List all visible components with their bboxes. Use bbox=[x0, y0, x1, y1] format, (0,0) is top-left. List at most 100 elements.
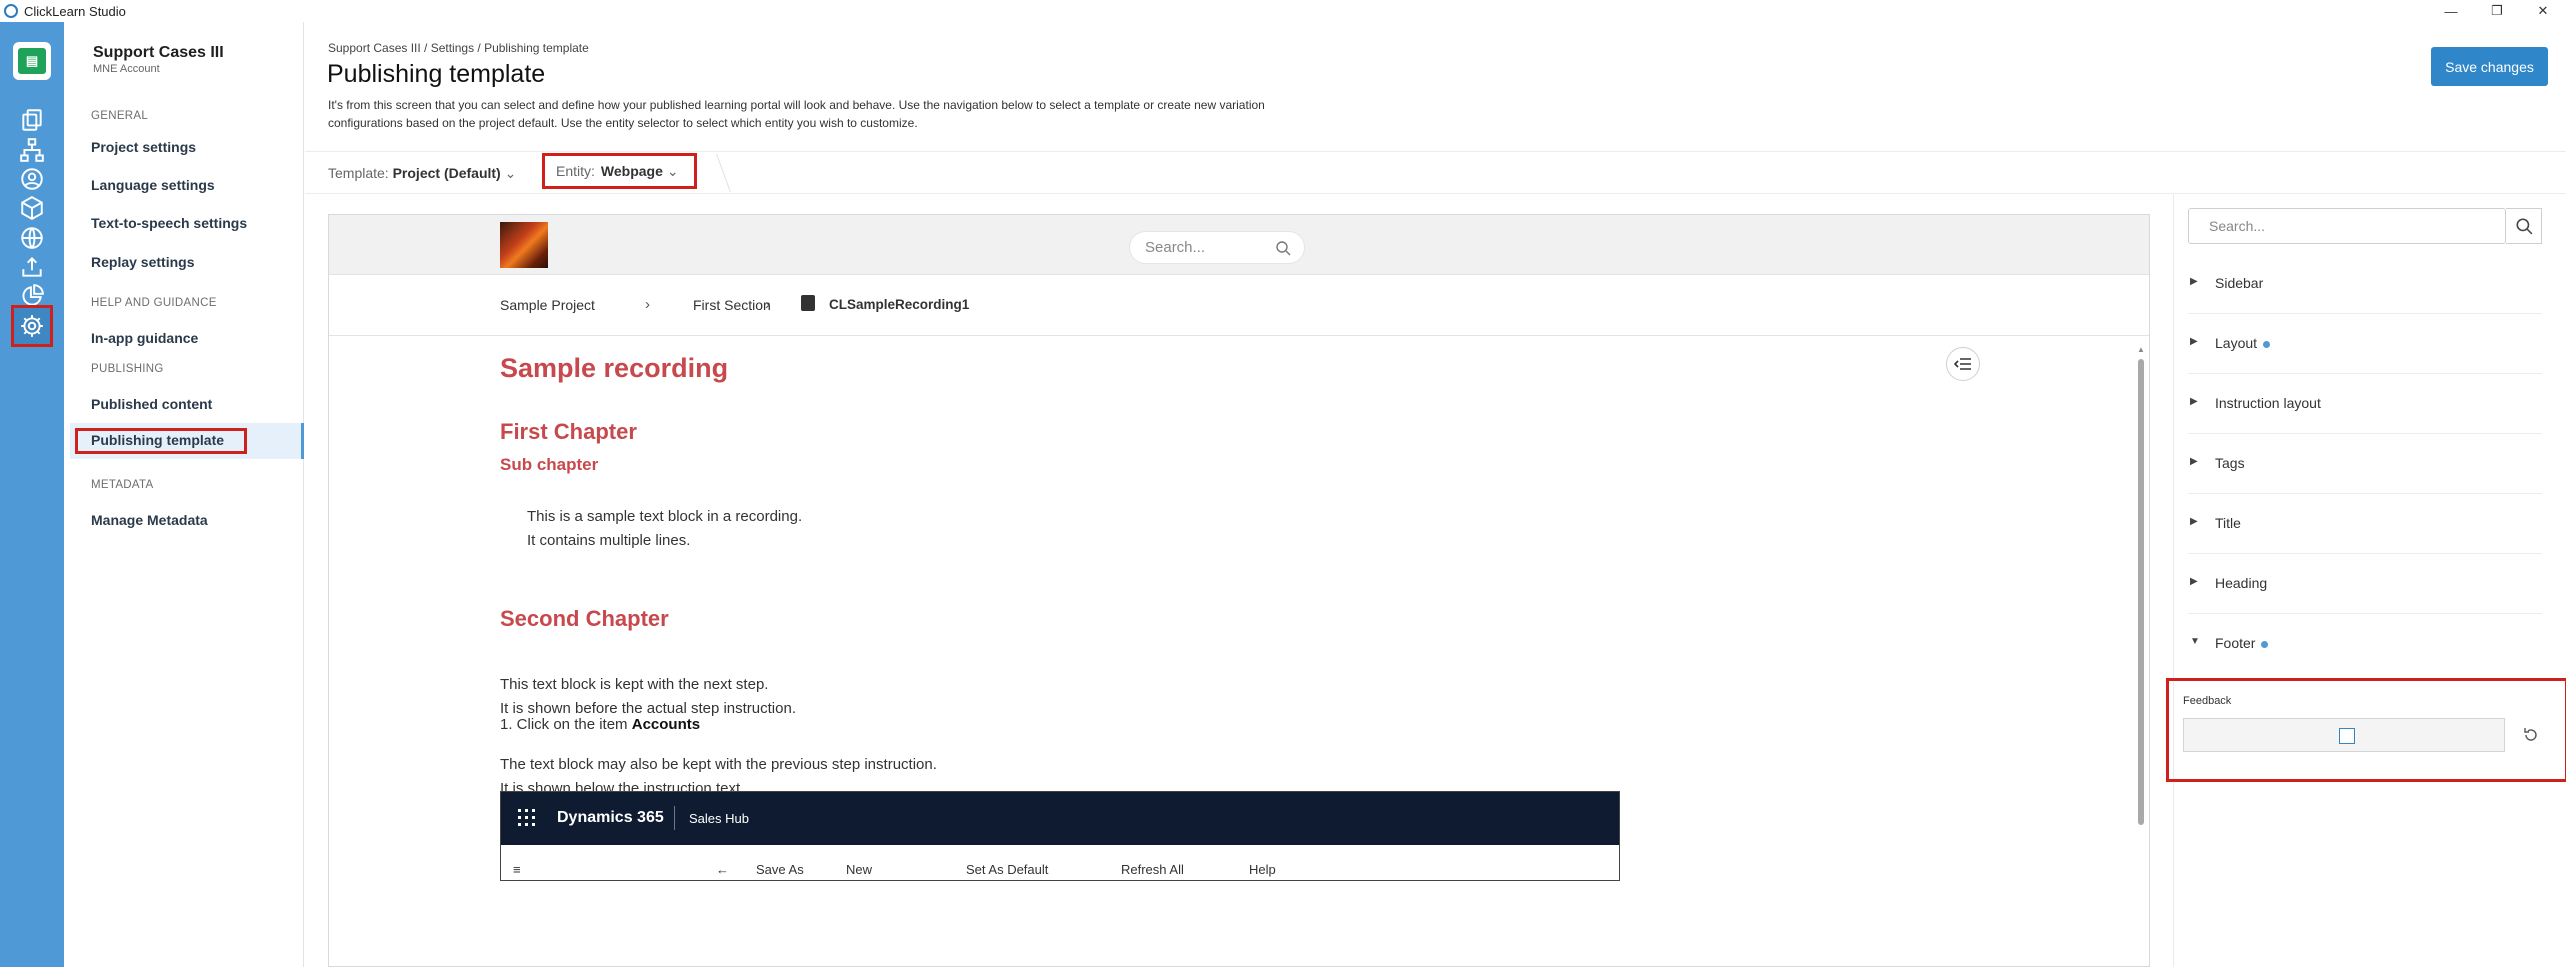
back-arrow-icon: ← bbox=[716, 862, 729, 877]
properties-search-button[interactable] bbox=[2506, 208, 2542, 244]
reset-icon[interactable] bbox=[2522, 726, 2540, 744]
nav-item-manage-metadata[interactable]: Manage Metadata bbox=[91, 512, 208, 528]
entity-label: Entity: bbox=[556, 163, 595, 179]
text-line: This text block is kept with the next st… bbox=[500, 676, 769, 693]
section-label: Sidebar bbox=[2215, 275, 2264, 291]
caret-right-icon: ▶ bbox=[2190, 456, 2198, 467]
text-line: It contains multiple lines. bbox=[527, 532, 691, 549]
feedback-label: Feedback bbox=[2183, 695, 2232, 707]
window-title: ClickLearn Studio bbox=[24, 3, 126, 19]
save-changes-button[interactable]: Save changes bbox=[2431, 47, 2548, 86]
text-line: The text block may also be kept with the… bbox=[500, 756, 937, 773]
section-label: Instruction layout bbox=[2215, 395, 2321, 411]
page-title: Publishing template bbox=[327, 60, 546, 88]
settings-gear-icon[interactable] bbox=[11, 305, 53, 347]
cmd-new: New bbox=[846, 862, 873, 877]
section-tags[interactable]: ▶ Tags bbox=[2188, 434, 2542, 494]
section-publishing: PUBLISHING bbox=[91, 363, 164, 375]
preview-search-input[interactable]: Search... bbox=[1129, 231, 1305, 264]
icon-rail: ▤ bbox=[0, 22, 64, 967]
nav-item-project-settings[interactable]: Project settings bbox=[91, 139, 196, 155]
section-label: Tags bbox=[2215, 455, 2245, 471]
caret-down-icon: ▼ bbox=[2190, 636, 2200, 647]
app-icon bbox=[4, 4, 18, 18]
properties-panel: Search... ▶ Sidebar ▶ Layout ▶ Instructi… bbox=[2166, 194, 2566, 967]
text-block-1: This is a sample text block in a recordi… bbox=[527, 505, 802, 553]
section-help: HELP AND GUIDANCE bbox=[91, 297, 217, 309]
crumb-project[interactable]: Sample Project bbox=[500, 297, 595, 313]
search-icon bbox=[2515, 218, 2532, 235]
close-button[interactable]: ✕ bbox=[2520, 0, 2566, 22]
chevron-down-icon: ⌄ bbox=[666, 162, 679, 179]
preview-topbar: Search... bbox=[329, 215, 2149, 275]
project-account: MNE Account bbox=[93, 63, 160, 75]
caret-right-icon: ▶ bbox=[2190, 396, 2198, 407]
step-screenshot: Dynamics 365 Sales Hub ≡ ← Save As New S… bbox=[500, 791, 1620, 881]
section-label: Heading bbox=[2215, 575, 2268, 591]
caret-right-icon: ▶ bbox=[2190, 336, 2198, 347]
portal-logo-image bbox=[500, 222, 548, 268]
preview-scrollbar[interactable]: ▲ bbox=[2137, 345, 2145, 835]
divider bbox=[674, 806, 675, 830]
section-label: Layout bbox=[2215, 335, 2271, 351]
d365-app-name: Dynamics 365 bbox=[557, 809, 664, 826]
nav-item-published-content[interactable]: Published content bbox=[91, 396, 212, 412]
step-prefix: 1. Click on the item bbox=[500, 716, 628, 733]
cmd-save-as: Save As bbox=[756, 862, 804, 877]
text-line: This is a sample text block in a recordi… bbox=[527, 508, 803, 525]
entity-value: Webpage bbox=[600, 163, 663, 179]
book-icon bbox=[801, 295, 815, 311]
nav-item-replay-settings[interactable]: Replay settings bbox=[91, 254, 194, 270]
modified-dot-icon bbox=[2263, 340, 2271, 348]
toc-icon bbox=[1954, 358, 1971, 370]
caret-right-icon: ▶ bbox=[2190, 576, 2198, 587]
d365-hub-name: Sales Hub bbox=[689, 811, 749, 826]
entity-selector[interactable]: Entity: Webpage ⌄ bbox=[542, 153, 697, 189]
properties-search-input[interactable]: Search... bbox=[2188, 208, 2506, 244]
section-title[interactable]: ▶ Title bbox=[2188, 494, 2542, 554]
template-selector[interactable]: Template: Project (Default) ⌄ bbox=[328, 165, 516, 182]
nav-item-language-settings[interactable]: Language settings bbox=[91, 177, 215, 193]
toc-toggle-button[interactable] bbox=[1946, 347, 1980, 381]
scroll-thumb[interactable] bbox=[2138, 359, 2144, 825]
recording-title: Sample recording bbox=[500, 353, 729, 383]
cmd-set-default: Set As Default bbox=[966, 862, 1049, 877]
caret-right-icon: ▶ bbox=[2190, 276, 2198, 287]
window-titlebar: ClickLearn Studio — ❐ ✕ bbox=[0, 0, 2566, 22]
restore-button[interactable]: ❐ bbox=[2474, 0, 2520, 22]
section-general: GENERAL bbox=[91, 110, 149, 122]
section-layout[interactable]: ▶ Layout bbox=[2188, 314, 2542, 374]
section-instruction-layout[interactable]: ▶ Instruction layout bbox=[2188, 374, 2542, 434]
chevron-down-icon: ⌄ bbox=[504, 165, 517, 181]
window-controls: — ❐ ✕ bbox=[2428, 0, 2566, 22]
page-description: It's from this screen that you can selec… bbox=[328, 98, 1265, 130]
app-logo[interactable]: ▤ bbox=[13, 42, 51, 80]
crumb-recording: CLSampleRecording1 bbox=[829, 297, 970, 312]
d365-header: Dynamics 365 Sales Hub bbox=[501, 792, 1619, 845]
cmd-help: Help bbox=[1249, 862, 1276, 877]
clicklearn-logo-icon: ▤ bbox=[18, 48, 46, 74]
breadcrumb: Support Cases III / Settings / Publishin… bbox=[328, 41, 589, 55]
nav-item-tts-settings[interactable]: Text-to-speech settings bbox=[91, 215, 247, 231]
nav-item-inapp-guidance[interactable]: In-app guidance bbox=[91, 330, 198, 346]
selector-bar: Template: Project (Default) ⌄ Entity: We… bbox=[305, 152, 2566, 194]
step-instruction: 1. Click on the item Accounts bbox=[500, 713, 700, 737]
section-sidebar[interactable]: ▶ Sidebar bbox=[2188, 254, 2542, 314]
scroll-up-icon[interactable]: ▲ bbox=[2137, 345, 2145, 354]
hamburger-icon: ≡ bbox=[513, 862, 521, 877]
template-preview: Search... Sample Project › First Section… bbox=[328, 214, 2150, 967]
project-title: Support Cases III bbox=[93, 44, 224, 61]
chapter-heading-1: First Chapter bbox=[500, 419, 637, 444]
feedback-checkbox[interactable] bbox=[2339, 728, 2355, 744]
section-label: Title bbox=[2215, 515, 2241, 531]
preview-search-placeholder: Search... bbox=[1145, 239, 1206, 256]
section-heading[interactable]: ▶ Heading bbox=[2188, 554, 2542, 614]
section-metadata: METADATA bbox=[91, 479, 154, 491]
section-footer[interactable]: ▼ Footer bbox=[2188, 614, 2542, 674]
preview-breadcrumb: Sample Project › First Section › CLSampl… bbox=[329, 276, 2149, 336]
minimize-button[interactable]: — bbox=[2428, 0, 2474, 22]
search-icon bbox=[1276, 241, 1291, 256]
crumb-section[interactable]: First Section bbox=[693, 297, 771, 313]
nav-item-publishing-template[interactable]: Publishing template bbox=[70, 423, 304, 459]
chevron-right-icon: › bbox=[765, 296, 770, 313]
